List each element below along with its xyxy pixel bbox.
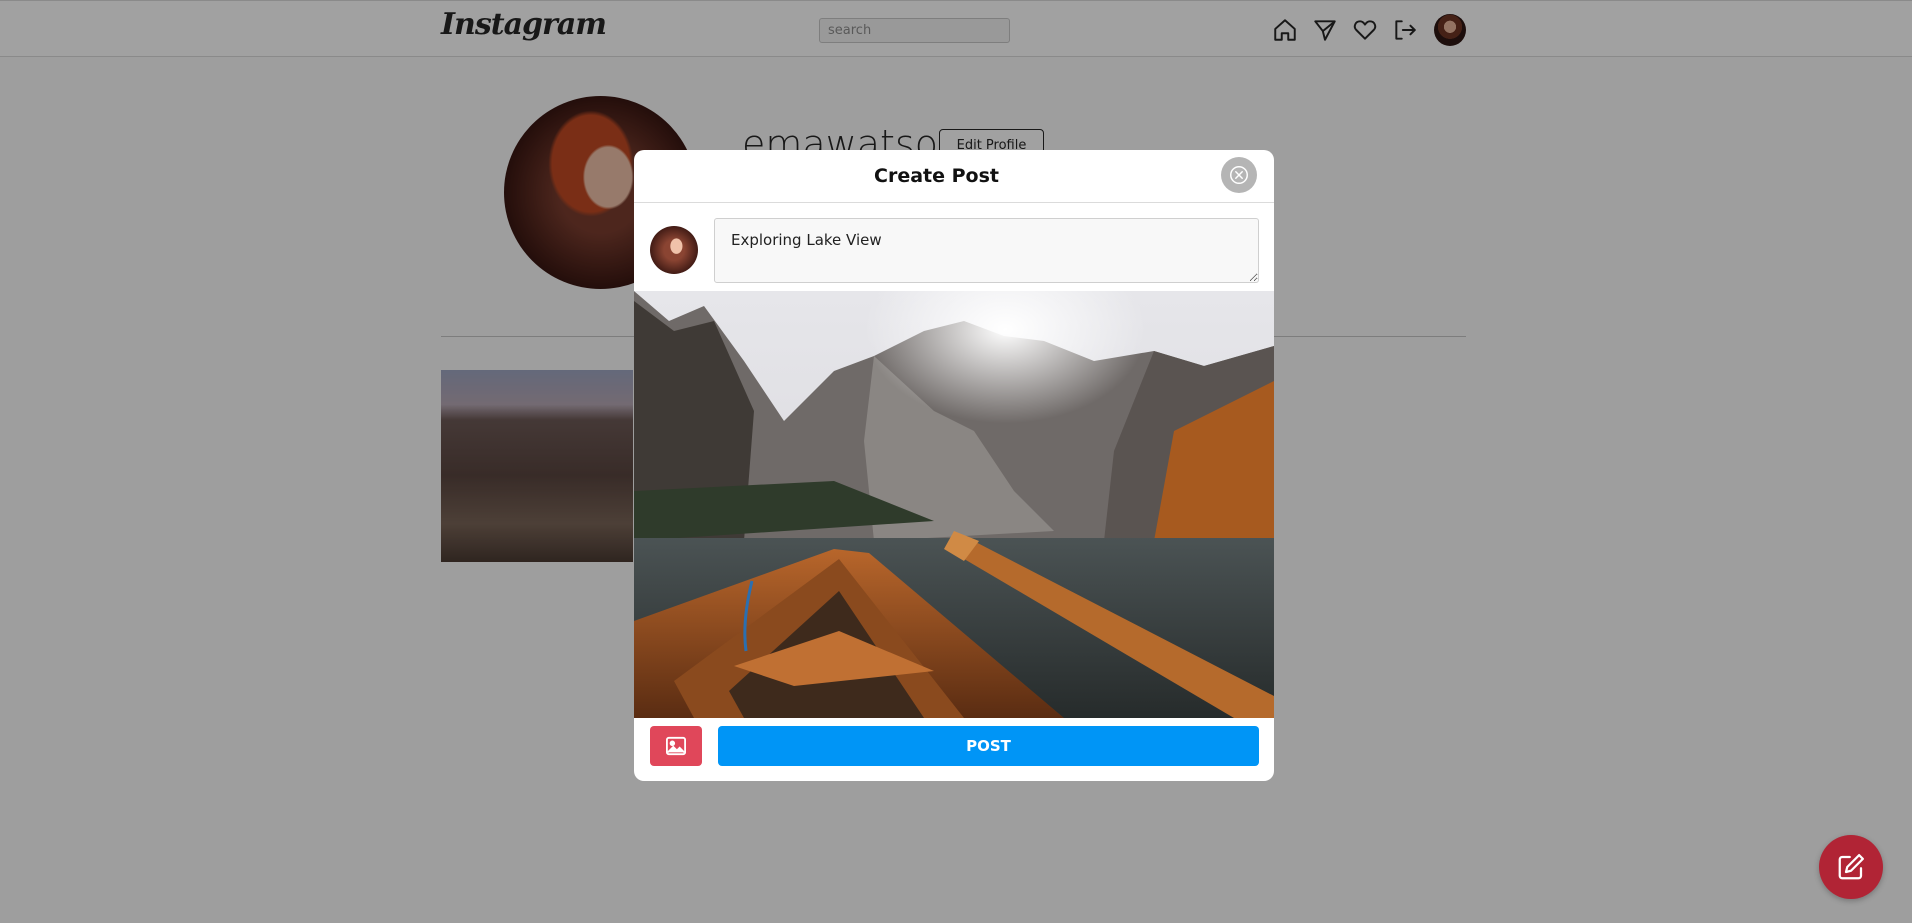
post-image-preview [634,291,1274,718]
create-post-fab[interactable] [1819,835,1883,899]
modal-title: Create Post [874,165,999,187]
post-button[interactable]: POST [718,726,1259,766]
image-icon [666,736,686,756]
close-button[interactable] [1221,157,1257,193]
modal-header-divider [634,202,1274,203]
caption-input[interactable]: Exploring Lake View [714,218,1259,283]
author-avatar [650,226,698,274]
edit-icon [1838,854,1864,880]
create-post-modal: Create Post Exploring Lake View POST [634,150,1274,781]
close-icon [1230,166,1248,184]
add-image-button[interactable] [650,726,702,766]
